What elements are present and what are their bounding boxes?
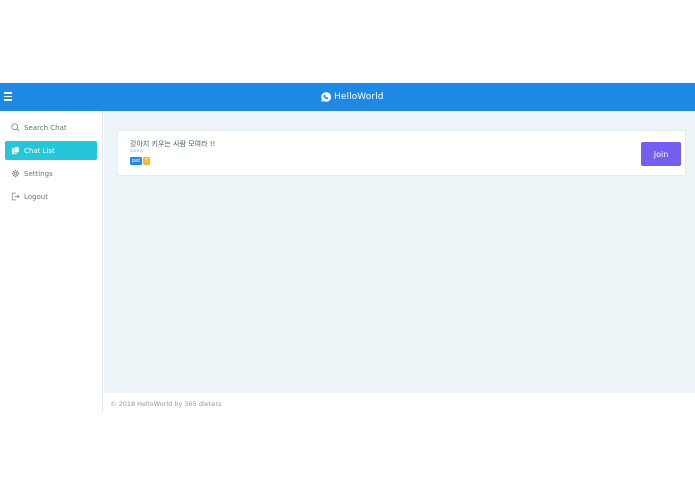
sidebar-item-label: Search Chat bbox=[24, 123, 67, 132]
footer: © 2018 HelloWorld by 365 dieters bbox=[104, 393, 695, 413]
sidebar-item-search-chat[interactable]: Search Chat bbox=[5, 118, 97, 137]
hamburger-menu-icon[interactable] bbox=[4, 92, 13, 101]
sidebar-item-logout[interactable]: Logout bbox=[5, 187, 97, 206]
chat-list-icon bbox=[11, 146, 20, 155]
room-tags: pet 5 bbox=[130, 157, 151, 165]
search-icon bbox=[11, 123, 20, 132]
sidebar-item-label: Logout bbox=[24, 192, 48, 201]
gear-icon bbox=[11, 169, 20, 178]
main-content: 강아지 키우는 사람 모여라 !! sunny pet 5 Join bbox=[104, 111, 695, 393]
sidebar-item-label: Chat List bbox=[24, 146, 55, 155]
tag-badge: pet bbox=[130, 157, 143, 165]
sidebar-item-label: Settings bbox=[24, 169, 53, 178]
footer-text: © 2018 HelloWorld by 365 dieters bbox=[110, 400, 222, 408]
sidebar-item-settings[interactable]: Settings bbox=[5, 164, 97, 183]
room-owner: sunny bbox=[130, 149, 144, 154]
chat-bubble-logo-icon bbox=[321, 92, 332, 102]
top-bar: HelloWorld bbox=[0, 83, 695, 111]
room-title: 강아지 키우는 사람 모여라 !! bbox=[130, 140, 216, 148]
sidebar: Search Chat Chat List Settings Logout bbox=[0, 111, 103, 413]
chat-room-card: 강아지 키우는 사람 모여라 !! sunny pet 5 Join bbox=[117, 130, 686, 176]
sidebar-item-chat-list[interactable]: Chat List bbox=[5, 141, 97, 160]
brand-name: HelloWorld bbox=[334, 92, 384, 102]
member-count-badge: 5 bbox=[143, 157, 151, 165]
app-window: HelloWorld Search Chat Chat List Setting bbox=[0, 83, 695, 413]
logout-icon bbox=[11, 192, 20, 201]
join-button[interactable]: Join bbox=[641, 142, 681, 166]
brand-logo[interactable]: HelloWorld bbox=[320, 90, 384, 104]
